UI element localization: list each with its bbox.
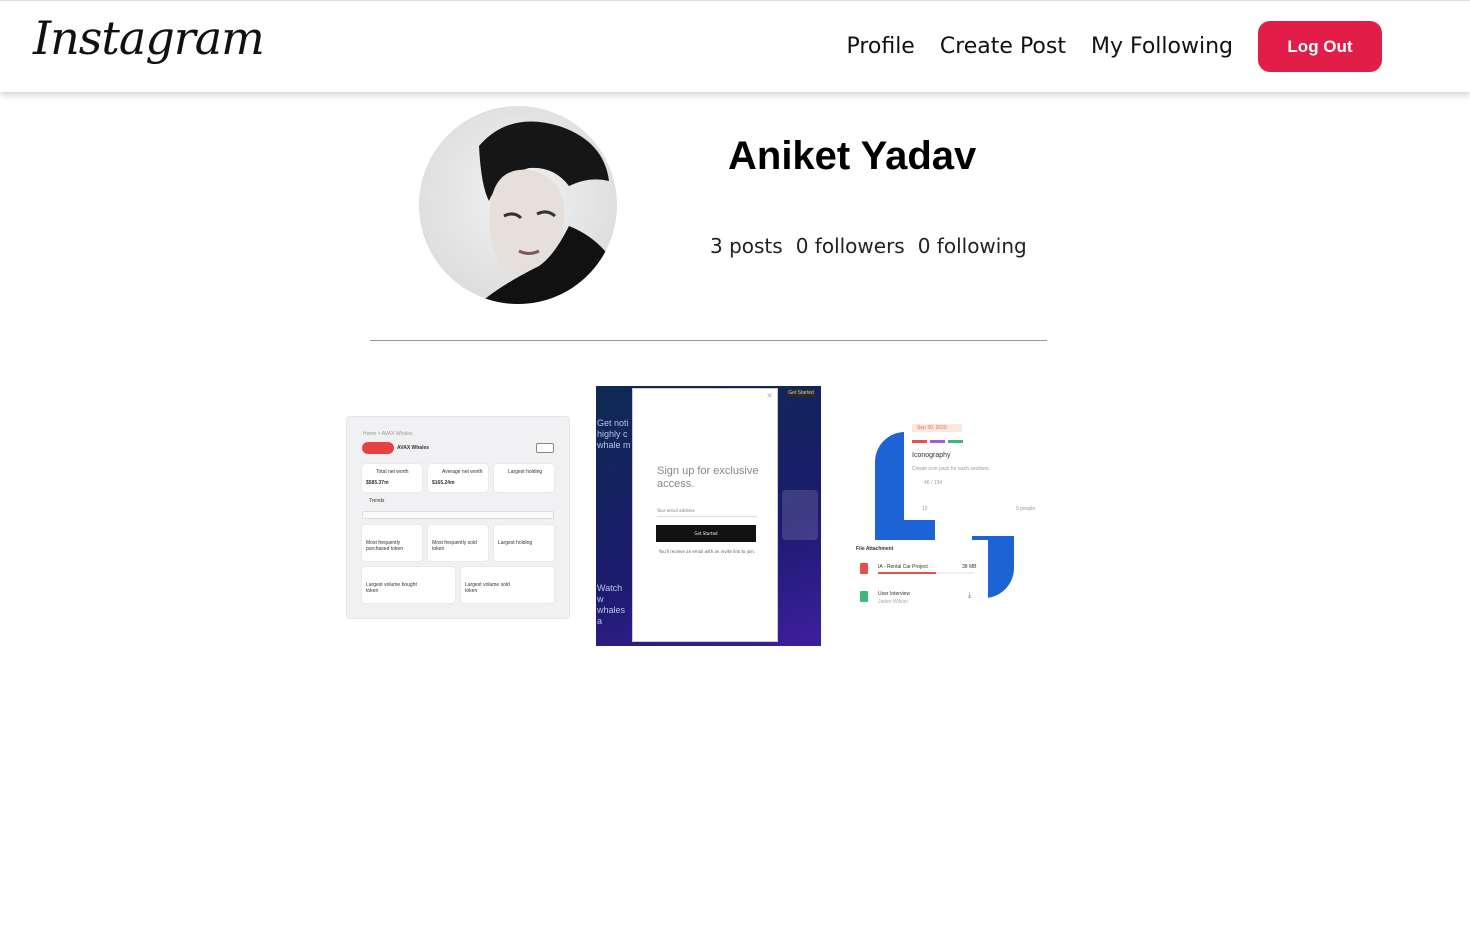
edit-icon — [536, 443, 554, 453]
profile-stats: 3 posts 0 followers 0 following — [710, 234, 1040, 258]
profile-avatar — [419, 106, 617, 304]
email-input: Your email address — [657, 503, 757, 517]
post2-side-text: Watch w whales a — [597, 583, 626, 626]
tag-green — [948, 440, 963, 443]
file2-sub: Jaden Wilson — [878, 599, 909, 605]
nav-create-post-link[interactable]: Create Post — [940, 34, 1066, 59]
logout-button[interactable]: Log Out — [1258, 21, 1382, 72]
task-comments: 12 — [922, 506, 928, 512]
upload-progress-fill — [878, 572, 936, 574]
profile-name: Aniket Yadav — [728, 134, 977, 178]
pdf-file-icon — [860, 563, 868, 574]
nav-profile-link[interactable]: Profile — [846, 34, 914, 59]
post1-card: Total net worth $585.37m — [362, 464, 422, 492]
post1-card-label: Average net worth — [442, 469, 483, 475]
tag-purple — [930, 440, 945, 443]
avax-icon — [362, 442, 394, 454]
nav-links: Profile Create Post My Following Log Out — [846, 21, 1382, 72]
post1-item-label: Largest holding — [498, 540, 533, 546]
post1-item-card: Largest volume sold token — [461, 567, 554, 603]
post2-corner-button: Get Started — [787, 389, 815, 397]
post1-breadcrumb: Home > AVAX Whales — [363, 431, 413, 437]
posts-count: 3 posts — [710, 234, 783, 258]
post1-card: Largest holding — [494, 464, 554, 492]
upload-progress — [878, 572, 974, 574]
task-card: Sep 30, 2020 Iconography Create icon pac… — [904, 416, 1050, 520]
attachment-heading: File Attachment — [856, 546, 894, 552]
tag-red — [912, 440, 927, 443]
post2-bg-card — [782, 490, 818, 540]
post1-section: Trends — [369, 498, 385, 504]
instagram-logo[interactable]: Instagram — [33, 11, 265, 65]
modal-title: Sign up for exclusive access. — [657, 465, 759, 490]
post-thumbnail-3[interactable]: Sep 30, 2020 Iconography Create icon pac… — [852, 416, 1050, 616]
task-people: 5 people — [1016, 506, 1036, 512]
post1-item-card: Largest holding — [494, 525, 554, 561]
post1-card-value: $165.24m — [432, 480, 455, 486]
post1-tabs — [362, 511, 554, 519]
post1-item-label: Largest volume bought token — [366, 582, 417, 594]
task-progress: 46 / 134 — [924, 480, 943, 486]
close-icon: × — [766, 391, 773, 400]
file1-name: IA - Rental Car Project — [878, 564, 928, 570]
sheet-file-icon — [860, 591, 868, 602]
post1-item-card: Most frequently sold token — [428, 525, 488, 561]
post1-item-label: Largest volume sold token — [465, 582, 510, 594]
signup-modal: × Sign up for exclusive access. Your ema… — [632, 388, 778, 642]
file1-size: 38 MB — [962, 564, 977, 570]
post1-card-label: Largest holding — [508, 469, 543, 475]
post1-title: AVAX Whales — [397, 445, 430, 451]
followers-count[interactable]: 0 followers — [796, 234, 905, 258]
navbar: Instagram Profile Create Post My Followi… — [0, 0, 1470, 92]
post1-item-card: Largest volume bought token — [362, 567, 455, 603]
post1-item-label: Most frequently sold token — [432, 540, 477, 552]
nav-my-following-link[interactable]: My Following — [1091, 34, 1233, 59]
post1-card-value: $585.37m — [366, 480, 389, 486]
post-thumbnail-1[interactable]: Home > AVAX Whales AVAX Whales Total net… — [346, 416, 570, 619]
post2-side-text: Get noti highly c whale m — [597, 418, 631, 450]
file2-name: User Interview — [878, 591, 910, 597]
download-icon: ⤓ — [968, 591, 972, 599]
modal-note: You'll receive an email with an invite l… — [658, 549, 756, 554]
task-subtitle: Create icon pack for each sections — [912, 466, 989, 472]
attachment-card: File Attachment IA - Rental Car Project … — [852, 540, 988, 610]
post-thumbnail-2[interactable]: Get noti highly c whale m Watch w whales… — [596, 386, 821, 646]
post1-card: Average net worth $165.24m — [428, 464, 488, 492]
post1-card-label: Total net worth — [376, 469, 409, 475]
task-title: Iconography — [912, 452, 951, 459]
task-date: Sep 30, 2020 — [912, 424, 962, 432]
post1-item-label: Most frequently purchased token — [366, 540, 403, 552]
following-count[interactable]: 0 following — [918, 234, 1027, 258]
get-started-button: Get Started — [656, 525, 756, 542]
post1-item-card: Most frequently purchased token — [362, 525, 422, 561]
profile-divider — [370, 340, 1047, 341]
